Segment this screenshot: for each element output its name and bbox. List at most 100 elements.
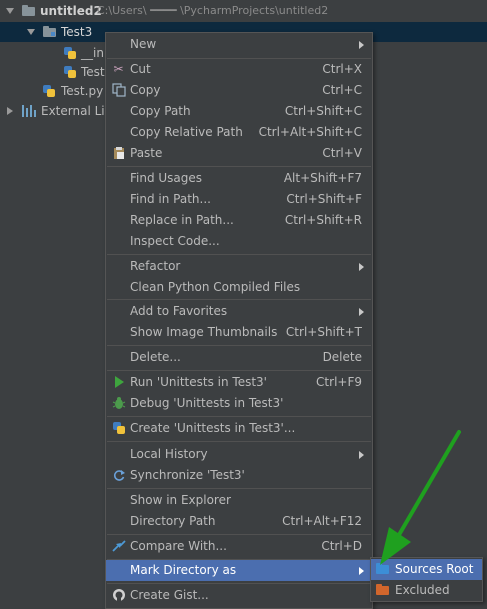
tree-root-row[interactable]: untitled2 C:\Users\ ━━━━ \PycharmProject…	[0, 1, 487, 21]
menu-item-shortcut: Ctrl+V	[322, 146, 362, 160]
menu-item-label: Inspect Code...	[130, 234, 220, 248]
menu-item-shortcut: Ctrl+Shift+T	[285, 325, 362, 339]
menu-item-find-usages[interactable]: Find Usages Alt+Shift+F7	[106, 168, 372, 189]
paste-icon	[111, 146, 126, 161]
expand-arrow-icon[interactable]	[27, 29, 35, 35]
tree-root-path: C:\Users\ ━━━━ \PycharmProjects\untitled…	[97, 4, 329, 17]
menu-item-add-to-favorites[interactable]: Add to Favorites	[106, 301, 372, 322]
tree-item-label: Test3	[61, 25, 93, 39]
python-file-icon	[43, 85, 55, 97]
python-file-icon	[64, 66, 76, 78]
menu-separator	[107, 345, 371, 346]
menu-item-mark-directory-as[interactable]: Mark Directory as	[106, 560, 372, 581]
menu-item-label: Find Usages	[130, 171, 203, 185]
menu-item-shortcut: Delete	[322, 350, 362, 364]
submenu-arrow-icon	[359, 308, 364, 316]
menu-item-inspect-code[interactable]: Inspect Code...	[106, 231, 372, 252]
submenu-item-label: Sources Root	[395, 562, 474, 576]
menu-item-paste[interactable]: Paste Ctrl+V	[106, 143, 372, 164]
menu-item-create-gist[interactable]: Create Gist...	[106, 585, 372, 606]
menu-separator	[107, 254, 371, 255]
menu-item-label: Delete...	[130, 350, 181, 364]
submenu-item-excluded[interactable]: Excluded	[371, 580, 482, 601]
menu-item-shortcut: Ctrl+Alt+F12	[282, 514, 362, 528]
menu-item-copy-relative-path[interactable]: Copy Relative Path Ctrl+Alt+Shift+C	[106, 122, 372, 143]
menu-separator	[107, 583, 371, 584]
menu-item-label: Clean Python Compiled Files	[130, 280, 301, 294]
sources-root-folder-icon	[376, 563, 389, 574]
menu-item-replace-in-path[interactable]: Replace in Path... Ctrl+Shift+R	[106, 210, 372, 231]
menu-item-shortcut: Alt+Shift+F7	[283, 171, 362, 185]
sync-icon	[111, 468, 126, 483]
menu-item-delete[interactable]: Delete... Delete	[106, 347, 372, 368]
submenu-item-sources-root[interactable]: Sources Root	[371, 559, 482, 580]
menu-item-create-unittests[interactable]: Create 'Unittests in Test3'...	[106, 418, 372, 439]
tree-root-label: untitled2	[40, 4, 102, 18]
menu-item-label: Copy Path	[130, 104, 191, 118]
debug-icon	[111, 396, 126, 411]
menu-item-label: Debug 'Unittests in Test3'	[130, 396, 284, 410]
menu-item-shortcut: Ctrl+C	[322, 83, 362, 97]
tree-item-label: Test.py	[61, 84, 104, 98]
menu-item-local-history[interactable]: Local History	[106, 444, 372, 465]
menu-item-show-image-thumbnails[interactable]: Show Image Thumbnails Ctrl+Shift+T	[106, 322, 372, 343]
menu-separator	[107, 488, 371, 489]
menu-item-label: Refactor	[130, 259, 181, 273]
submenu-arrow-icon	[359, 41, 364, 49]
expand-arrow-icon[interactable]	[7, 107, 13, 115]
menu-item-label: Create Gist...	[130, 588, 209, 602]
tree-item-test-py[interactable]: Test.py	[0, 81, 105, 101]
menu-separator	[107, 299, 371, 300]
menu-item-shortcut: Ctrl+Shift+F	[286, 192, 362, 206]
tree-item-external-libraries[interactable]: External Libr	[0, 101, 117, 121]
menu-item-label: Show in Explorer	[130, 493, 231, 507]
menu-item-copy-path[interactable]: Copy Path Ctrl+Shift+C	[106, 101, 372, 122]
folder-icon	[22, 5, 35, 16]
menu-item-cut[interactable]: ✂ Cut Ctrl+X	[106, 59, 372, 80]
menu-item-label: Find in Path...	[130, 192, 211, 206]
scissors-icon: ✂	[113, 62, 124, 76]
tree-item-test-file[interactable]: Test(	[0, 62, 109, 82]
menu-item-label: Directory Path	[130, 514, 216, 528]
package-folder-icon	[43, 26, 56, 37]
menu-item-label: Copy	[130, 83, 161, 97]
submenu-item-label: Excluded	[395, 583, 450, 597]
menu-item-label: Create 'Unittests in Test3'...	[130, 421, 296, 435]
menu-item-refactor[interactable]: Refactor	[106, 256, 372, 277]
github-icon	[111, 588, 126, 603]
menu-item-directory-path[interactable]: Directory Path Ctrl+Alt+F12	[106, 511, 372, 532]
menu-item-compare-with[interactable]: Compare With... Ctrl+D	[106, 536, 372, 557]
python-file-icon	[64, 47, 76, 59]
menu-item-label: Replace in Path...	[130, 213, 234, 227]
expand-arrow-icon[interactable]	[6, 8, 14, 14]
submenu-arrow-icon	[359, 263, 364, 271]
menu-item-new[interactable]: New	[106, 34, 372, 55]
menu-item-label: New	[130, 37, 157, 51]
tree-item-label: __ini	[81, 46, 108, 60]
menu-item-clean-python-compiled[interactable]: Clean Python Compiled Files	[106, 277, 372, 298]
menu-item-shortcut: Ctrl+F9	[316, 375, 362, 389]
menu-separator	[107, 166, 371, 167]
menu-item-shortcut: Ctrl+Shift+R	[284, 213, 362, 227]
menu-item-label: Run 'Unittests in Test3'	[130, 375, 267, 389]
menu-item-shortcut: Ctrl+Shift+C	[284, 104, 362, 118]
compare-icon	[111, 539, 126, 554]
tree-item-init[interactable]: __ini	[0, 43, 108, 63]
menu-item-show-in-explorer[interactable]: Show in Explorer	[106, 490, 372, 511]
menu-item-label: Show Image Thumbnails	[130, 325, 278, 339]
menu-item-synchronize[interactable]: Synchronize 'Test3'	[106, 465, 372, 486]
menu-item-find-in-path[interactable]: Find in Path... Ctrl+Shift+F	[106, 189, 372, 210]
menu-item-run[interactable]: Run 'Unittests in Test3' Ctrl+F9	[106, 372, 372, 393]
submenu-arrow-icon	[359, 567, 364, 575]
context-menu: New ✂ Cut Ctrl+X Copy Ctrl+C Copy Path C…	[105, 32, 373, 609]
menu-item-shortcut: Ctrl+D	[321, 539, 362, 553]
menu-separator	[107, 534, 371, 535]
menu-separator	[107, 441, 371, 442]
submenu-arrow-icon	[359, 451, 364, 459]
menu-item-copy[interactable]: Copy Ctrl+C	[106, 80, 372, 101]
excluded-folder-icon	[376, 584, 389, 595]
menu-separator	[107, 416, 371, 417]
menu-item-debug[interactable]: Debug 'Unittests in Test3'	[106, 393, 372, 414]
menu-separator	[107, 370, 371, 371]
mark-directory-submenu: Sources Root Excluded	[370, 557, 483, 602]
